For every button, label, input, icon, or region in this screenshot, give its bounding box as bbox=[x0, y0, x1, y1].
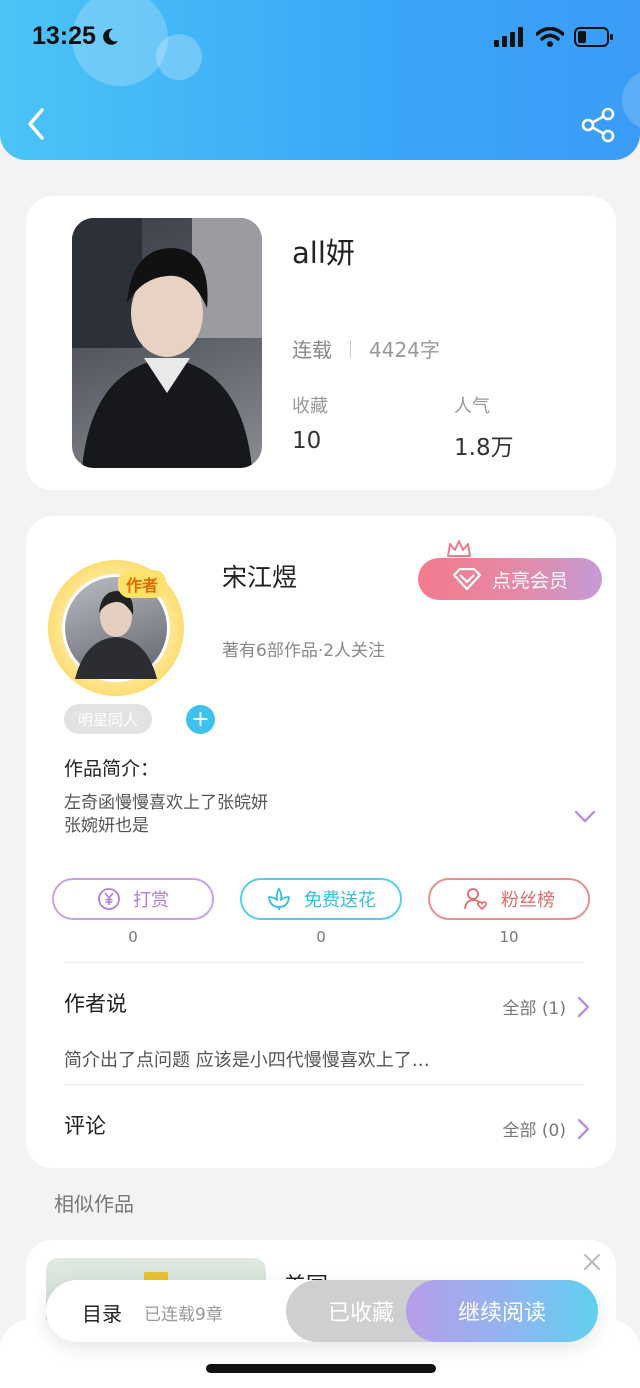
popularity-value: 1.8万 bbox=[454, 435, 514, 461]
intro-line: 张婉妍也是 bbox=[64, 816, 149, 836]
intro-label: 作品简介： bbox=[64, 758, 160, 780]
decorative-bubble bbox=[156, 34, 202, 80]
serial-chapters: 已连载9章 bbox=[144, 1305, 223, 1325]
author-badge: 作者 bbox=[118, 570, 167, 598]
comments-more[interactable]: 全部 (0) bbox=[503, 1116, 590, 1141]
divider bbox=[64, 962, 584, 963]
divider bbox=[64, 1084, 584, 1085]
chevron-down-icon[interactable] bbox=[574, 810, 596, 824]
intro-text: 左奇函慢慢喜欢上了张皖妍 张婉妍也是 bbox=[64, 792, 268, 838]
share-button[interactable] bbox=[580, 106, 618, 144]
author-name[interactable]: 宋江煜 bbox=[222, 558, 297, 594]
battery-icon bbox=[574, 27, 613, 47]
wifi-icon bbox=[536, 27, 564, 47]
vip-button-label: 点亮会员 bbox=[491, 569, 568, 592]
status-icons bbox=[494, 26, 614, 48]
author-says-title: 作者说 bbox=[64, 992, 127, 1016]
diamond-icon bbox=[452, 568, 482, 590]
home-indicator[interactable] bbox=[206, 1364, 436, 1373]
similar-works-label: 相似作品 bbox=[54, 1192, 134, 1216]
genre-tag[interactable]: 明星同人 bbox=[64, 704, 153, 734]
chevron-left-icon bbox=[28, 108, 44, 140]
book-title: all妍 bbox=[292, 236, 355, 270]
comments-more-label: 全部 (0) bbox=[502, 1121, 566, 1141]
decorative-bubble bbox=[622, 70, 640, 130]
fan-icon bbox=[464, 888, 488, 911]
comments-title: 评论 bbox=[64, 1114, 106, 1138]
cover-portrait-image bbox=[72, 218, 262, 468]
share-icon bbox=[581, 107, 615, 143]
toc-button[interactable]: 目录 bbox=[82, 1298, 122, 1327]
chevron-right-icon bbox=[577, 1118, 590, 1139]
intro-line: 左奇函慢慢喜欢上了张皖妍 bbox=[64, 793, 268, 813]
yen-icon bbox=[98, 888, 120, 910]
favorites-value: 10 bbox=[292, 428, 322, 454]
vip-button[interactable]: 点亮会员 bbox=[418, 558, 602, 600]
author-says-more[interactable]: 全部 (1) bbox=[503, 994, 590, 1019]
reward-label: 打赏 bbox=[133, 890, 169, 911]
continue-reading-label: 继续阅读 bbox=[457, 1301, 546, 1326]
favorites-label: 收藏 bbox=[292, 396, 328, 417]
flower-count: 0 bbox=[316, 928, 326, 946]
popularity-label: 人气 bbox=[454, 396, 490, 417]
book-meta: 连载 4424字 bbox=[292, 334, 440, 363]
book-info-card: all妍 连载 4424字 收藏 10 人气 1.8万 bbox=[26, 196, 616, 490]
author-says-text[interactable]: 简介出了点问题 应该是小四代慢慢喜欢上了… bbox=[64, 1046, 494, 1072]
chevron-right-icon bbox=[577, 996, 590, 1017]
author-avatar[interactable]: 作者 bbox=[48, 560, 184, 696]
popularity-stat: 人气 1.8万 bbox=[454, 392, 514, 462]
close-icon[interactable] bbox=[582, 1252, 602, 1272]
author-card: 作者 宋江煜 著有6部作品·2人关注 点亮会员 明星同人 + 作品简介： 左奇函… bbox=[26, 516, 616, 1168]
favorites-stat: 收藏 10 bbox=[292, 392, 328, 454]
back-button[interactable] bbox=[20, 104, 56, 144]
header: 13:25 bbox=[0, 0, 640, 160]
book-status: 连载 bbox=[292, 338, 332, 362]
status-time: 13:25 bbox=[32, 22, 120, 51]
word-count: 4424字 bbox=[369, 338, 440, 362]
send-flower-button[interactable]: 免费送花 bbox=[240, 878, 402, 920]
author-subtitle: 著有6部作品·2人关注 bbox=[222, 641, 386, 661]
crown-icon bbox=[447, 540, 471, 557]
meta-divider bbox=[350, 339, 351, 358]
time-text: 13:25 bbox=[32, 22, 96, 50]
moon-icon bbox=[103, 28, 118, 45]
fan-ranking-button[interactable]: 粉丝榜 bbox=[428, 878, 590, 920]
continue-reading-button[interactable]: 继续阅读 bbox=[406, 1280, 598, 1342]
fan-count: 10 bbox=[499, 928, 519, 946]
favorited-label: 已收藏 bbox=[327, 1301, 394, 1326]
reward-button[interactable]: 打赏 bbox=[52, 878, 214, 920]
fan-ranking-label: 粉丝榜 bbox=[501, 890, 555, 911]
send-flower-label: 免费送花 bbox=[304, 890, 376, 911]
reward-count: 0 bbox=[128, 928, 138, 946]
author-says-more-label: 全部 (1) bbox=[502, 999, 566, 1019]
signal-icon bbox=[494, 27, 523, 47]
book-cover[interactable] bbox=[72, 218, 262, 468]
add-tag-button[interactable]: + bbox=[186, 705, 215, 734]
flower-icon bbox=[268, 888, 290, 910]
